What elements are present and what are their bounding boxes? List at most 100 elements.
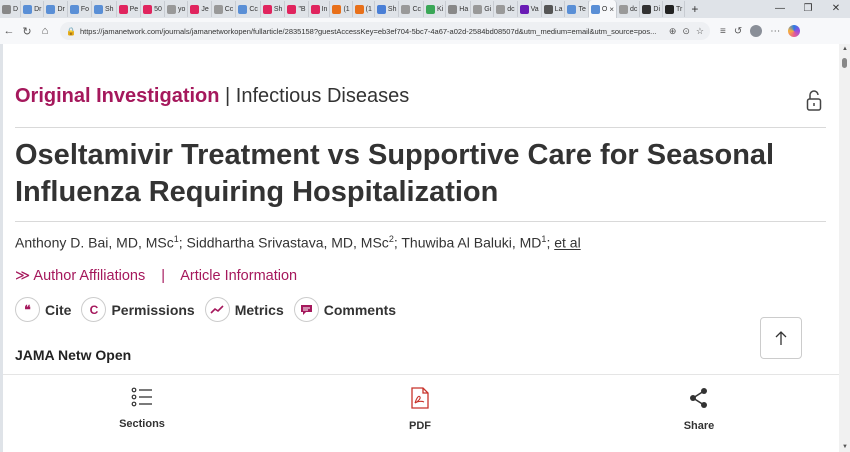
favicon-icon [473,4,483,14]
copilot-icon[interactable] [788,25,801,37]
tab-label: La [554,5,563,13]
favicon-icon [642,4,652,14]
browser-tab[interactable]: Pe [117,1,142,17]
pdf-icon [411,387,429,409]
tab-label: In [321,5,328,13]
author-affiliations-link[interactable]: Author Affiliations [33,268,145,284]
page-scrollbar[interactable]: ▲ ▼ [839,44,850,452]
browser-tab[interactable]: Dr [21,1,45,17]
browser-tab[interactable]: (1 [353,1,375,17]
browser-tab[interactable]: Te [565,1,589,17]
favorites-icon[interactable]: ≡ [720,26,726,37]
favicon-icon [448,4,458,14]
comments-label: Comments [323,301,397,318]
tab-label: Cc [249,5,258,13]
favicon-icon [496,4,506,14]
scroll-up-icon[interactable]: ▲ [842,46,848,52]
history-icon[interactable]: ↺ [734,26,742,37]
browser-tab[interactable]: In [309,1,331,17]
active-tab[interactable]: O × [588,0,617,18]
tab-label: 50 [154,5,162,13]
minimize-button[interactable]: — [766,0,794,18]
browser-tab[interactable]: dc [494,1,518,17]
article-information-link[interactable]: Article Information [180,268,297,284]
browser-tab[interactable]: Fo [68,1,93,17]
browser-tab[interactable]: La [542,1,566,17]
author-name[interactable]: Anthony D. Bai, MD, MSc [15,235,174,251]
scroll-down-icon[interactable]: ▼ [842,444,848,450]
favicon-icon [143,4,153,14]
comments-button[interactable]: Comments [293,297,397,322]
browser-tab[interactable]: Tr [663,1,686,17]
zoom-icon[interactable]: ⊕ [669,26,677,37]
more-tools-icon[interactable]: ⊙ [682,26,690,37]
browser-tab[interactable]: dc [617,1,641,17]
tab-label: (1 [365,5,372,13]
favicon-icon [46,4,56,14]
menu-icon[interactable]: ⋯ [770,26,780,37]
cite-button[interactable]: ❝ Cite [15,297,71,322]
browser-tab[interactable]: Va [518,1,542,17]
double-chevron-icon: ≫ [15,268,31,284]
tab-label: D [13,5,19,13]
permissions-button[interactable]: C Permissions [81,297,195,322]
browser-tab[interactable]: Dr [44,1,68,17]
favicon-icon [23,4,33,14]
browser-tab[interactable]: yo [165,1,189,17]
link-separator: | [161,268,166,284]
back-to-top-button[interactable] [760,317,802,359]
tab-label: Sh [387,5,397,13]
browser-tab[interactable]: 50 [141,1,165,17]
scrollbar-thumb[interactable] [842,58,847,68]
share-button[interactable]: Share [639,387,759,432]
close-button[interactable]: ✕ [822,0,850,18]
home-icon[interactable]: ⌂ [36,25,54,37]
url-text[interactable]: https://jamanetwork.com/journals/jamanet… [80,27,665,36]
permissions-label: Permissions [111,301,195,318]
favicon-icon [590,4,600,14]
browser-tab[interactable]: Cc [212,1,237,17]
browser-tab[interactable]: Di [640,1,664,17]
favicon-icon [118,4,128,14]
browser-tab[interactable]: Ha [446,1,472,17]
pdf-label: PDF [409,420,431,432]
cite-label: Cite [45,301,72,318]
refresh-icon[interactable]: ↻ [18,25,36,38]
author-name[interactable]: Siddhartha Srivastava, MD, MSc [187,235,389,251]
browser-tab[interactable]: Sh [375,1,400,17]
browser-tab[interactable]: Cc [236,1,261,17]
browser-tab[interactable]: Sh [261,1,286,17]
browser-tab[interactable]: (1 [330,1,353,17]
address-bar[interactable]: 🔒 https://jamanetwork.com/journals/jaman… [60,22,710,40]
favorite-star-icon[interactable]: ☆ [696,26,704,37]
browser-tab[interactable]: Je [188,1,212,17]
tab-label: dc [630,5,638,13]
new-tab-button[interactable]: + [685,2,704,16]
browser-tab[interactable]: Cc [399,1,425,17]
tab-label: Dr [57,5,65,13]
tab-label: "B [298,5,306,13]
browser-tab[interactable]: Gi [471,1,495,17]
maximize-button[interactable]: ❐ [794,0,822,18]
site-info-icon[interactable]: 🔒 [66,27,76,36]
et-al-link[interactable]: et al [554,235,580,251]
favicon-icon [619,4,628,14]
author-name[interactable]: Thuwiba Al Baluki, MD [401,235,541,251]
favicon-icon [376,4,386,14]
article-page: Original Investigation | Infectious Dise… [3,44,839,374]
category-label[interactable]: Infectious Diseases [236,85,409,107]
pdf-button[interactable]: PDF [360,387,480,432]
browser-tab[interactable]: Sh [92,1,117,17]
sections-button[interactable]: Sections [82,387,202,430]
browser-tab[interactable]: D [0,1,22,17]
close-tab-icon[interactable]: × [609,5,614,14]
article-title: Oseltamivir Treatment vs Supportive Care… [15,139,775,208]
comment-icon [293,297,319,322]
profile-avatar[interactable] [750,25,763,37]
metrics-button[interactable]: Metrics [204,297,284,322]
favicon-icon [238,4,248,14]
browser-tab[interactable]: "B [285,1,309,17]
section-label[interactable]: Original Investigation [15,85,219,107]
back-icon[interactable]: ← [0,25,18,37]
browser-tab[interactable]: Ki [424,1,447,17]
